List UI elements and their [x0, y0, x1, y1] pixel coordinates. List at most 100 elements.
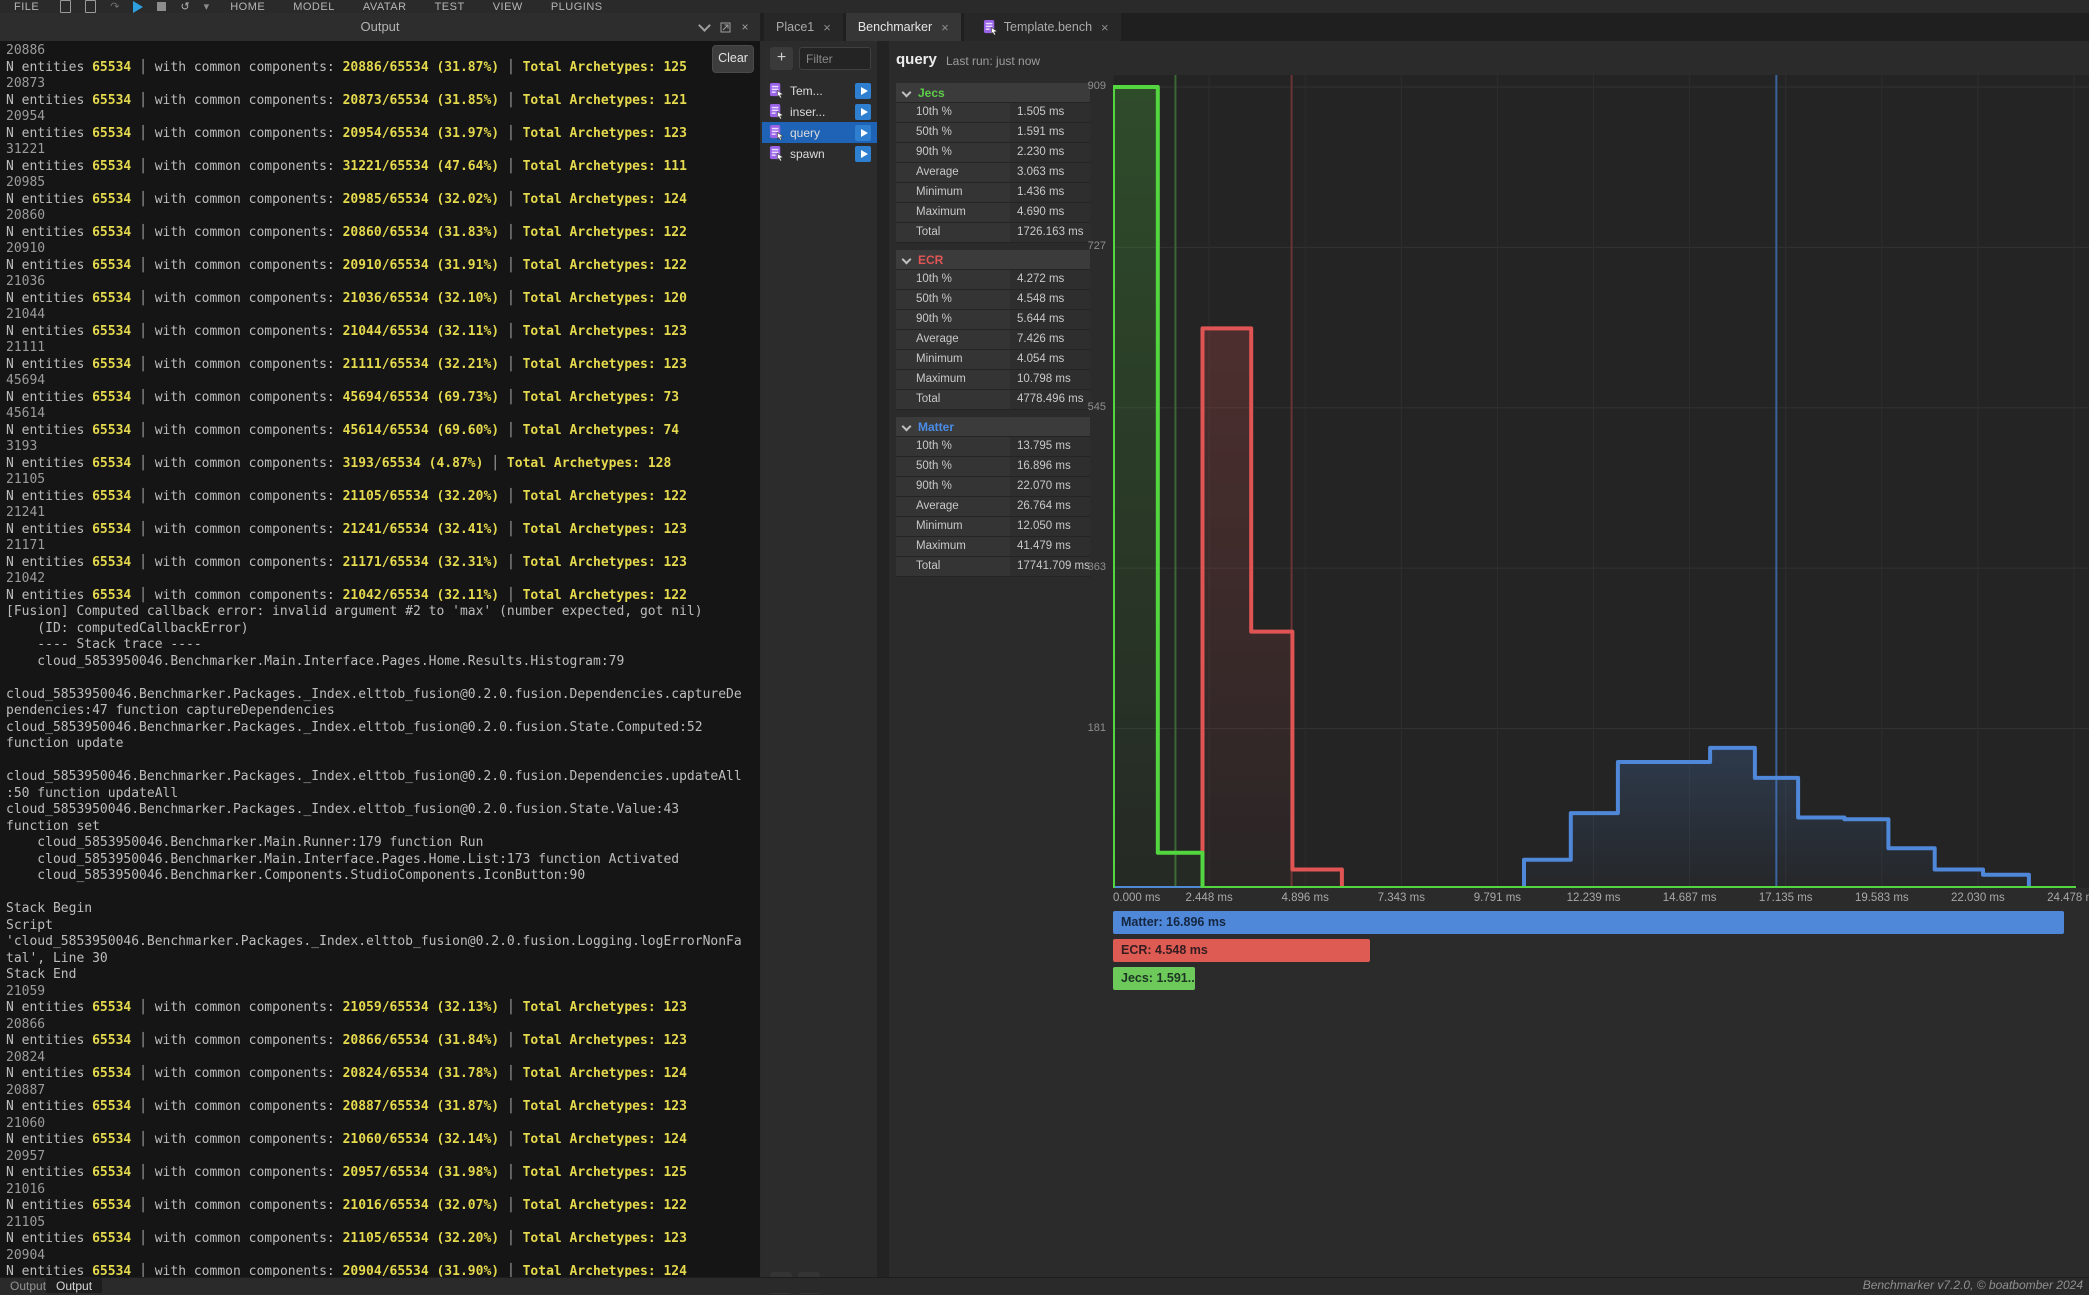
stats-row-label: 50th % [896, 457, 1010, 476]
menu-test[interactable]: TEST [435, 1, 465, 13]
bottom-tab-output-1[interactable]: Output [46, 1278, 102, 1293]
chevron-down-icon [902, 422, 912, 432]
stats-row-value: 5.644 ms [1010, 310, 1090, 329]
x-tick-label: 14.687 ms [1663, 892, 1717, 904]
stats-row-label: Minimum [896, 517, 1010, 536]
close-tab-icon[interactable]: × [823, 20, 831, 35]
console-line: N entities 65534 │ with common component… [6, 1066, 760, 1083]
run-benchmark-button[interactable] [855, 83, 871, 99]
stats-row-label: 50th % [896, 123, 1010, 142]
tab-place1[interactable]: Place1× [764, 13, 843, 41]
tab-template-bench[interactable]: Template.bench × [964, 13, 1121, 41]
document-tab-bar: Place1×Benchmarker× Template.bench × [764, 13, 1124, 41]
collapse-chevron-icon[interactable] [696, 19, 712, 35]
menu-file[interactable]: FILE [14, 1, 39, 13]
stats-row-value: 16.896 ms [1010, 457, 1090, 476]
stats-row-value: 1726.163 ms [1010, 223, 1090, 242]
script-icon [769, 146, 784, 161]
undo-icon[interactable]: ↺ [180, 0, 189, 13]
console-line: N entities 65534 │ with common component… [6, 1264, 760, 1277]
run-benchmark-button[interactable] [855, 146, 871, 162]
chevron-down-icon [902, 255, 912, 265]
legend-chip-jecs: Jecs: 1.591... [1113, 967, 1195, 990]
dropdown-icon[interactable]: ▾ [204, 0, 210, 13]
console-line: N entities 65534 │ with common component… [6, 1165, 760, 1182]
stats-row-label: Maximum [896, 370, 1010, 389]
list-item-label: query [790, 126, 855, 140]
console-line: 20873 [6, 76, 760, 93]
float-window-icon[interactable] [717, 19, 733, 35]
console-line: :50 function updateAll [6, 786, 760, 803]
stats-row: 50th %1.591 ms [896, 123, 1090, 143]
scrollbar-track[interactable] [877, 41, 889, 1277]
play-icon [861, 108, 868, 116]
tab-label: Template.bench [1004, 20, 1092, 34]
close-tab-icon[interactable]: × [1101, 20, 1109, 35]
list-item-query[interactable]: query [762, 122, 877, 143]
console-line: Stack Begin [6, 901, 760, 918]
stats-row: Average3.063 ms [896, 163, 1090, 183]
stats-row-label: Minimum [896, 350, 1010, 369]
console-line: N entities 65534 │ with common component… [6, 588, 760, 605]
output-panel-header: Output × [0, 13, 760, 41]
run-benchmark-button[interactable] [855, 104, 871, 120]
console-line: function update [6, 736, 760, 753]
stats-row: Average7.426 ms [896, 330, 1090, 350]
stats-row: Minimum4.054 ms [896, 350, 1090, 370]
menu-view[interactable]: VIEW [493, 1, 523, 13]
list-item-label: spawn [790, 147, 855, 161]
stop-icon[interactable] [157, 2, 166, 11]
console-line: N entities 65534 │ with common component… [6, 1000, 760, 1017]
y-tick-label: 363 [1040, 561, 1106, 575]
y-tick-label: 181 [1040, 722, 1106, 736]
menu-avatar[interactable]: AVATAR [363, 1, 407, 13]
benchmark-name: query [896, 51, 937, 68]
stats-section-header-matter[interactable]: Matter [896, 417, 1090, 437]
paste-icon[interactable] [60, 0, 71, 13]
stats-row: Minimum12.050 ms [896, 517, 1090, 537]
run-benchmark-button[interactable] [855, 125, 871, 141]
save-icon[interactable] [85, 0, 96, 13]
play-icon [861, 129, 868, 137]
add-benchmark-button[interactable]: + [770, 47, 793, 70]
x-tick-label: 7.343 ms [1378, 892, 1425, 904]
stats-row-value: 26.764 ms [1010, 497, 1090, 516]
stats-section-title: ECR [918, 253, 943, 267]
bottom-bar [0, 1277, 2089, 1293]
stats-row-label: 10th % [896, 103, 1010, 122]
tab-benchmarker[interactable]: Benchmarker× [846, 13, 961, 41]
redo-icon[interactable]: ↷ [110, 0, 119, 13]
console-line [6, 670, 760, 687]
console-line: 20887 [6, 1083, 760, 1100]
stats-row: 50th %16.896 ms [896, 457, 1090, 477]
stats-row-label: 90th % [896, 310, 1010, 329]
filter-input[interactable] [799, 47, 871, 70]
console-line: 20910 [6, 241, 760, 258]
list-item-spawn[interactable]: spawn [762, 143, 877, 164]
console-line: 31221 [6, 142, 760, 159]
console-line: N entities 65534 │ with common component… [6, 324, 760, 341]
console-line: N entities 65534 │ with common component… [6, 390, 760, 407]
list-item-Tem[interactable]: Tem... [762, 80, 877, 101]
console-line: 21044 [6, 307, 760, 324]
play-icon[interactable] [133, 1, 143, 13]
list-item-label: inser... [790, 105, 855, 119]
legend-chip-matter: Matter: 16.896 ms [1113, 911, 2064, 934]
console-line: N entities 65534 │ with common component… [6, 555, 760, 572]
console-line: N entities 65534 │ with common component… [6, 60, 760, 77]
stats-row-label: Average [896, 163, 1010, 182]
menu-plugins[interactable]: PLUGINS [551, 1, 603, 13]
menu-home[interactable]: HOME [230, 1, 265, 13]
close-tab-icon[interactable]: × [941, 20, 949, 35]
console-line: cloud_5853950046.Benchmarker.Main.Runner… [6, 835, 760, 852]
console-line: 20904 [6, 1248, 760, 1265]
output-console[interactable]: 20886N entities 65534 │ with common comp… [0, 41, 760, 1277]
list-item-inser[interactable]: inser... [762, 101, 877, 122]
clear-output-button[interactable]: Clear [712, 45, 754, 73]
x-tick-label: 24.478 ms [2047, 892, 2089, 904]
console-line: 3193 [6, 439, 760, 456]
stats-row: Minimum1.436 ms [896, 183, 1090, 203]
menu-model[interactable]: MODEL [293, 1, 335, 13]
close-panel-icon[interactable]: × [737, 19, 753, 35]
stats-row-label: 50th % [896, 290, 1010, 309]
